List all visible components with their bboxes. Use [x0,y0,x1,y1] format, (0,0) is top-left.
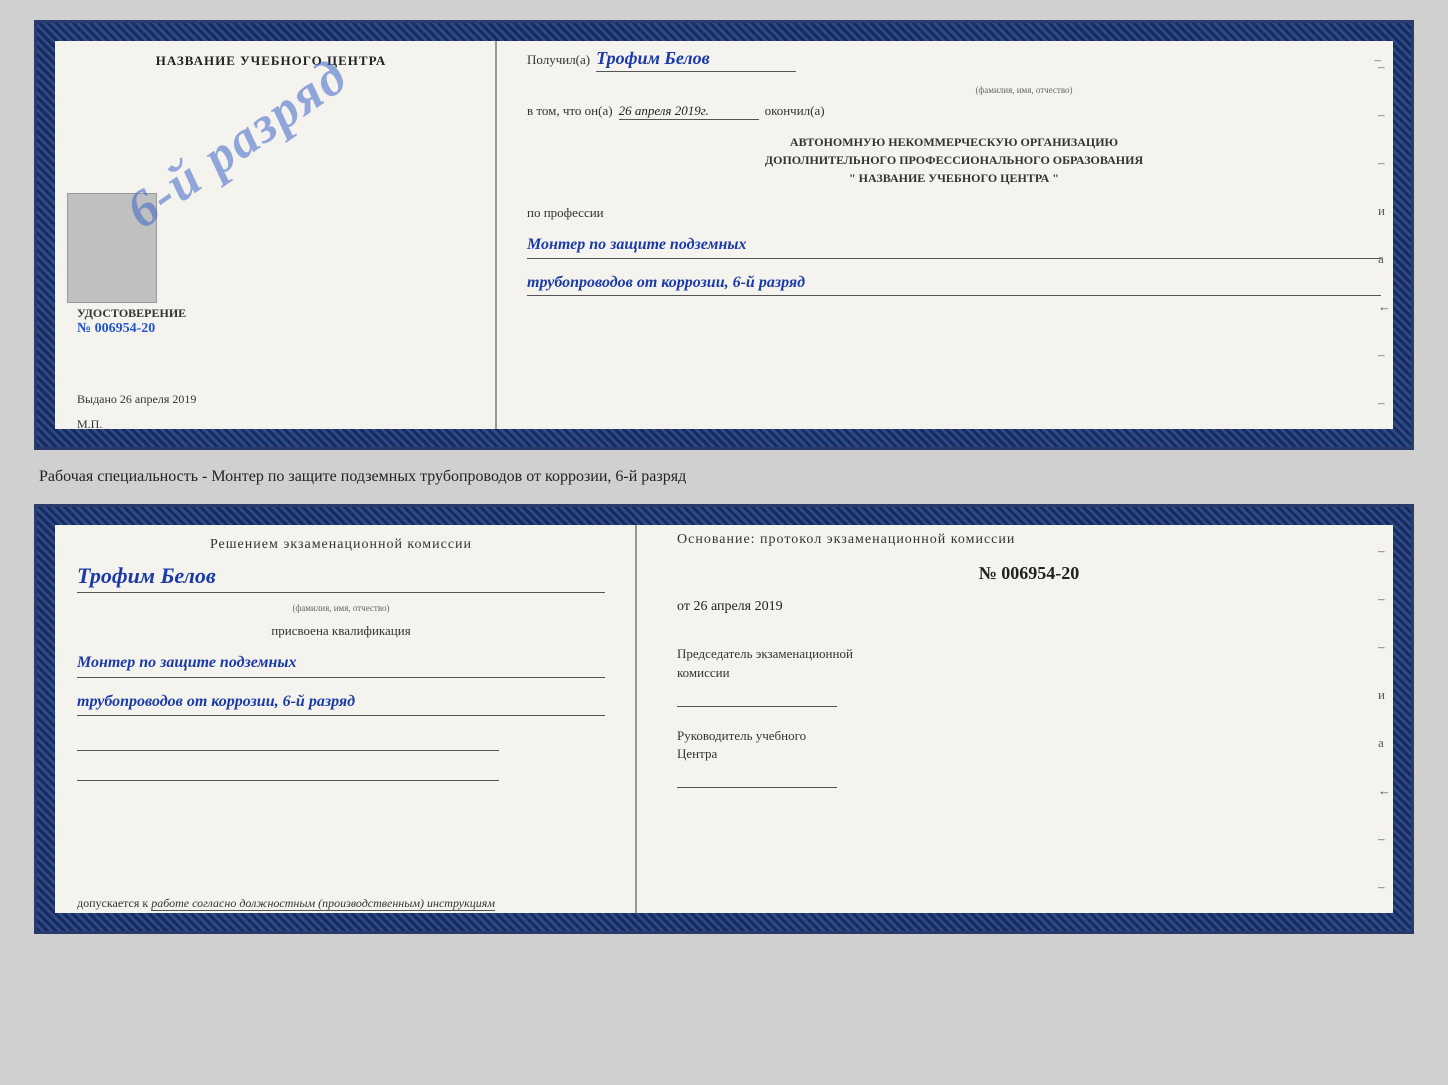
rukovoditel-label: Руководитель учебного Центра [677,727,1381,763]
specialty-text: Рабочая специальность - Монтер по защите… [39,468,686,485]
dopuskaetsya-text: работе согласно должностным (производств… [151,896,495,911]
poluchil-label: Получил(а) [527,52,590,68]
po-professii-label: по профессии [527,205,1381,221]
cert-right-panel: Получил(а) Трофим Белов – (фамилия, имя,… [497,23,1411,447]
certificate-bottom: Решением экзаменационной комиссии Трофим… [34,504,1414,934]
org-line2: ДОПОЛНИТЕЛЬНОГО ПРОФЕССИОНАЛЬНОГО ОБРАЗО… [527,151,1381,169]
predsedatel-label: Председатель экзаменационной комиссии [677,645,1381,681]
vtom-label: в том, что он(а) [527,103,613,119]
fio-sublabel: (фамилия, имя, отчество) [667,85,1381,95]
vtom-row: в том, что он(а) 26 апреля 2019г. окончи… [527,103,1381,120]
predsedatel-block: Председатель экзаменационной комиссии [677,645,1381,706]
kval-line1: Монтер по защите подземных [77,649,605,677]
certificate-top: НАЗВАНИЕ УЧЕБНОГО ЦЕНТРА 6-й разряд УДОС… [34,20,1414,450]
profession-line1: Монтер по защите подземных [527,232,1381,259]
rukovoditel-signature-line [677,768,837,788]
stamp-text: 6-й разряд [115,46,358,241]
resheniem-text: Решением экзаменационной комиссии [77,537,605,553]
recipient-name: Трофим Белов [596,48,796,72]
blank-line-1 [77,731,499,751]
bottom-right-panel: Основание: протокол экзаменационной коми… [637,507,1411,931]
rukovoditel-line2: Центра [677,746,717,761]
predsedatel-signature-line [677,687,837,707]
rukovoditel-block: Руководитель учебного Центра [677,727,1381,788]
blank-line-2 [77,761,499,781]
predsedatel-line2: комиссии [677,665,730,680]
right-dashes: – – – и а ← – – [1378,23,1391,447]
mp-block: М.П. [77,417,102,432]
bottom-recipient-name: Трофим Белов [77,563,605,593]
bottom-right-dashes: – – – и а ← – – [1378,507,1391,931]
ot-label: от [677,599,690,614]
poluchil-row: Получил(а) Трофим Белов – [527,48,1381,72]
middle-text: Рабочая специальность - Монтер по защите… [34,466,1414,488]
rukovoditel-line1: Руководитель учебного [677,728,806,743]
cert-left-panel: НАЗВАНИЕ УЧЕБНОГО ЦЕНТРА 6-й разряд УДОС… [37,23,497,447]
okonchill-text: окончил(а) [765,103,825,119]
org-block: АВТОНОМНУЮ НЕКОММЕРЧЕСКУЮ ОРГАНИЗАЦИЮ ДО… [527,133,1381,187]
protocol-number: № 006954-20 [677,563,1381,584]
cert-number: № 006954-20 [77,321,186,337]
vydano-date: 26 апреля 2019 [120,392,196,406]
prisvoena-text: присвоена квалификация [77,623,605,639]
ot-date: от 26 апреля 2019 [677,599,1381,615]
org-line3: " НАЗВАНИЕ УЧЕБНОГО ЦЕНТРА " [527,169,1381,187]
org-line1: АВТОНОМНУЮ НЕКОММЕРЧЕСКУЮ ОРГАНИЗАЦИЮ [527,133,1381,151]
mp-text: М.П. [77,417,102,431]
dopuskaetsya-label: допускается к [77,896,148,910]
vydano-label: Выдано [77,392,117,406]
kval-line2: трубопроводов от коррозии, 6-й разряд [77,688,605,716]
vtom-date: 26 апреля 2019г. [619,103,759,120]
osnovanie-text: Основание: протокол экзаменационной коми… [677,532,1381,548]
bottom-fio-label: (фамилия, имя, отчество) [77,603,605,613]
ot-date-value: 26 апреля 2019 [693,599,782,614]
bottom-left-panel: Решением экзаменационной комиссии Трофим… [37,507,637,931]
udostoverenie-label: УДОСТОВЕРЕНИЕ [77,306,186,321]
predsedatel-line1: Председатель экзаменационной [677,646,853,661]
dopuskaetsya-block: допускается к работе согласно должностны… [77,896,605,911]
profession-line2: трубопроводов от коррозии, 6-й разряд [527,270,1381,297]
vydano-block: Выдано 26 апреля 2019 [77,392,196,407]
udostoverenie-block: УДОСТОВЕРЕНИЕ № 006954-20 [77,306,186,337]
